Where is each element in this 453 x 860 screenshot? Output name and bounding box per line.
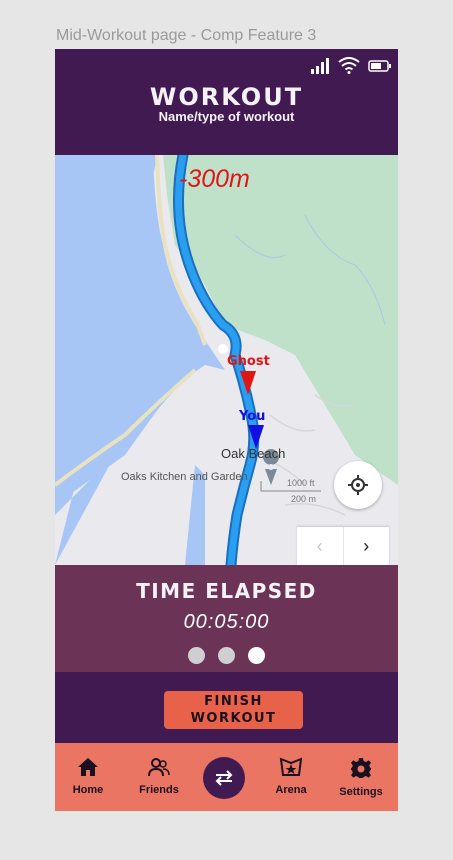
battery-icon xyxy=(368,59,391,72)
pager-prev-button[interactable]: ‹ xyxy=(297,527,344,565)
frame-label: Mid-Workout page - Comp Feature 3 xyxy=(56,27,317,44)
page-dot[interactable] xyxy=(218,647,235,664)
nav-arena-label: Arena xyxy=(275,784,307,796)
arena-icon xyxy=(279,757,303,776)
scale-feet: 1000 ft xyxy=(287,478,315,488)
time-elapsed-value: 00:05:00 xyxy=(183,611,270,633)
you-label: You xyxy=(239,409,266,424)
nav-settings[interactable]: Settings xyxy=(331,757,391,798)
page-dot[interactable] xyxy=(188,647,205,664)
workout-name: Name/type of workout xyxy=(158,109,295,124)
route-map[interactable]: -300m Ghost You Oak Beach Oaks Kitchen a… xyxy=(55,155,398,565)
recenter-button[interactable] xyxy=(334,461,382,509)
crosshair-icon xyxy=(348,475,368,495)
nav-settings-label: Settings xyxy=(339,786,383,798)
nav-friends-label: Friends xyxy=(139,784,179,796)
finish-line1: Finish xyxy=(204,694,263,709)
wifi-icon xyxy=(338,57,360,74)
bottom-nav: Home Friends Arena Settings xyxy=(55,743,398,811)
swap-icon xyxy=(215,770,233,786)
nav-home[interactable]: Home xyxy=(58,757,118,796)
place-oaks-kitchen: Oaks Kitchen and Garden xyxy=(121,471,248,483)
finish-workout-button[interactable]: Finish Workout xyxy=(164,691,303,729)
place-oak-beach: Oak Beach xyxy=(221,446,286,461)
header: Workout Name/type of workout xyxy=(55,49,398,155)
phone-screen: Workout Name/type of workout -300m Ghost xyxy=(55,49,398,811)
map-pager: ‹ › xyxy=(297,527,389,565)
scale-meters: 200 m xyxy=(291,494,317,504)
nav-swap-button[interactable] xyxy=(203,757,245,799)
finish-line2: Workout xyxy=(190,711,277,726)
nav-friends[interactable]: Friends xyxy=(129,757,189,796)
home-icon xyxy=(78,758,98,776)
gear-icon xyxy=(351,758,371,778)
ghost-label: Ghost xyxy=(227,354,270,369)
page-indicator xyxy=(55,647,398,664)
time-panel: Time Elapsed 00:05:00 xyxy=(55,565,398,672)
pager-next-button[interactable]: › xyxy=(344,527,390,565)
signal-icon xyxy=(311,57,329,74)
friends-icon xyxy=(148,758,170,777)
page-title: Workout xyxy=(149,83,304,111)
nav-arena[interactable]: Arena xyxy=(261,757,321,796)
status-bar xyxy=(310,57,392,74)
time-elapsed-label: Time Elapsed xyxy=(136,579,317,603)
nav-home-label: Home xyxy=(72,784,104,796)
page-dot-active[interactable] xyxy=(248,647,265,664)
finish-area: Finish Workout xyxy=(55,672,398,743)
distance-delta: -300m xyxy=(179,165,250,193)
